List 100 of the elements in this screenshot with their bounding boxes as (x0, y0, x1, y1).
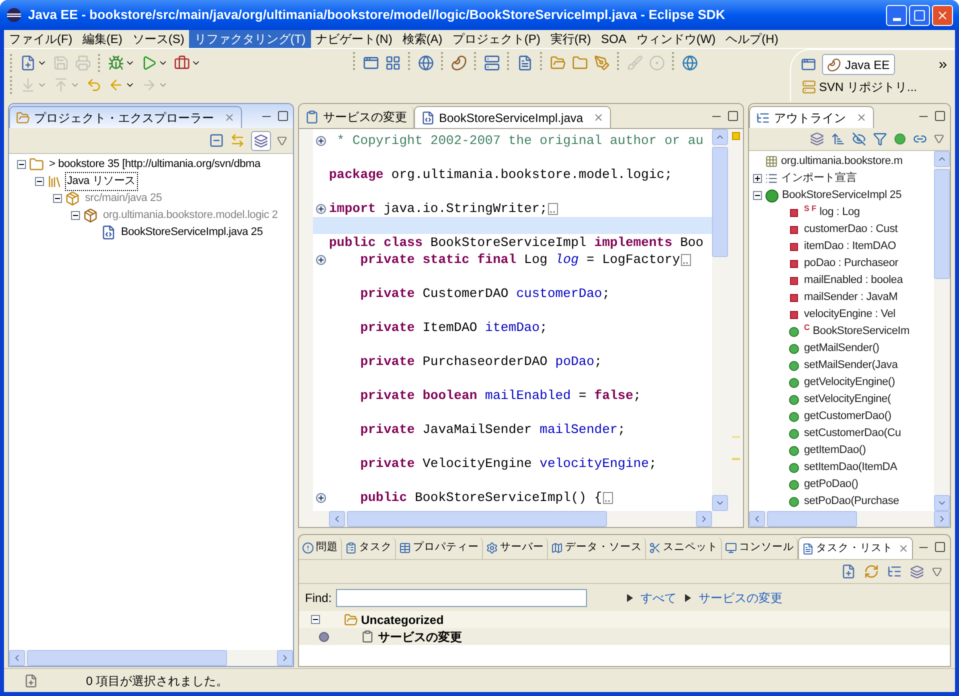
close-icon[interactable] (856, 112, 867, 123)
outline-item-label[interactable]: setVelocityEngine( (804, 391, 891, 408)
outline-item-label[interactable]: poDao : Purchaseor (804, 255, 898, 272)
outline-item-label[interactable]: getVelocityEngine() (804, 374, 895, 391)
toolbar-grip[interactable] (441, 52, 444, 70)
toolbar-grip[interactable] (10, 76, 13, 94)
view-tab[interactable]: データ・ソース (548, 537, 646, 559)
close-icon[interactable] (593, 112, 604, 123)
outline-item-label[interactable]: BookStoreServiceIm (812, 323, 910, 340)
outline-item-label[interactable]: velocityEngine : Vel (804, 306, 896, 323)
menu-item[interactable]: ソース(S) (127, 30, 190, 48)
collapse-toggle[interactable] (35, 177, 44, 186)
outline-item-label[interactable]: getPoDao() (804, 476, 858, 493)
folded-code-icon[interactable] (548, 202, 558, 214)
close-icon[interactable] (898, 543, 909, 554)
list-tree-icon[interactable] (887, 564, 902, 579)
folded-code-icon[interactable] (681, 254, 692, 266)
breadcrumb-link[interactable]: サービスの変更 (698, 588, 783, 606)
vertical-scrollbar[interactable] (712, 129, 728, 511)
expand-fold-icon[interactable] (316, 254, 326, 264)
outline-item-label[interactable]: getItemDao() (804, 442, 866, 459)
tree-item-label[interactable]: Java リソース (65, 172, 138, 191)
outline-item-label[interactable]: getCustomerDao() (804, 408, 892, 425)
view-tab[interactable]: スニペット (646, 537, 722, 559)
tree-item-label[interactable]: > bookstore 35 [http://ultimania.org/svn/dbma (47, 155, 262, 174)
minimize-button[interactable] (886, 4, 907, 26)
category-label[interactable]: Uncategorized (361, 610, 444, 628)
toolbar-grip[interactable] (617, 52, 620, 70)
view-tab[interactable]: アウトライン (749, 106, 874, 128)
collapse-toggle[interactable] (753, 191, 762, 200)
menu-item[interactable]: ヘルプ(H) (720, 30, 784, 48)
toolbar-grip[interactable] (540, 52, 543, 70)
view-tab[interactable]: BookStoreServiceImpl.java (414, 106, 612, 128)
menu-item[interactable]: SOA (596, 30, 632, 48)
collapse-toggle[interactable] (71, 211, 80, 220)
expand-toggle[interactable] (753, 174, 762, 183)
outline-item-label[interactable]: customerDao : Cust (804, 221, 898, 238)
view-menu-icon[interactable] (934, 134, 944, 144)
horizontal-scrollbar[interactable] (9, 650, 293, 666)
outline-item-label[interactable]: BookStoreServiceImpl 25 (782, 187, 902, 204)
horizontal-scrollbar[interactable] (329, 511, 712, 527)
find-field[interactable] (336, 588, 587, 606)
outline-item-label[interactable]: setPoDao(Purchase (804, 493, 900, 510)
close-icon[interactable] (224, 112, 235, 123)
outline-item-label[interactable]: mailEnabled : boolea (804, 272, 903, 289)
maximize-button[interactable] (909, 4, 930, 26)
perspective-button[interactable]: Java EE (822, 54, 895, 75)
outline-item-label[interactable]: itemDao : ItemDAO (804, 238, 896, 255)
toolbar-grip[interactable] (353, 52, 356, 70)
expand-fold-icon[interactable] (316, 204, 326, 214)
new-task-icon[interactable] (841, 564, 856, 579)
maximize-icon[interactable] (934, 110, 946, 122)
toolbar-grip[interactable] (507, 52, 510, 70)
view-tab[interactable]: タスク (342, 537, 396, 559)
maximize-icon[interactable] (727, 110, 739, 122)
view-tab[interactable]: 問題 (299, 537, 342, 559)
dot-icon[interactable] (894, 133, 906, 145)
collapse-toggle[interactable] (311, 615, 320, 624)
menu-item[interactable]: 検索(A) (397, 30, 448, 48)
view-tab[interactable]: タスク・リスト (798, 537, 913, 559)
menu-item[interactable]: リファクタリング(T) (189, 30, 311, 48)
outline-item-label[interactable]: org.ultimania.bookstore.m (781, 153, 903, 170)
outline-item-label[interactable]: setMailSender(Java (804, 357, 898, 374)
toolbar-grip[interactable] (672, 52, 675, 70)
menu-item[interactable]: 実行(R) (545, 30, 596, 48)
folded-code-icon[interactable] (603, 492, 614, 504)
outline-item-label[interactable]: setItemDao(ItemDA (804, 459, 898, 476)
outline-item-label[interactable]: getMailSender() (804, 340, 880, 357)
outline-item-label[interactable]: setCustomerDao(Cu (804, 425, 901, 442)
menu-item[interactable]: ファイル(F) (4, 30, 78, 48)
outline-item-label[interactable]: インポート宣言 (781, 170, 857, 187)
menu-item[interactable]: ナビゲート(N) (310, 30, 398, 48)
view-tab[interactable]: プロジェクト・エクスプローラー (9, 106, 242, 128)
filter-button[interactable] (251, 130, 271, 150)
sync-icon[interactable] (864, 564, 879, 579)
expand-fold-icon[interactable] (316, 492, 326, 502)
maximize-icon[interactable] (934, 541, 946, 553)
task-label[interactable]: サービスの変更 (378, 628, 462, 646)
maximize-icon[interactable] (277, 110, 289, 122)
menu-item[interactable]: ウィンドウ(W) (631, 30, 721, 48)
perspective-button[interactable]: SVN リポジトリ... (799, 77, 920, 96)
toolbar-grip[interactable] (10, 54, 13, 72)
collapse-toggle[interactable] (53, 194, 62, 203)
collapse-toggle[interactable] (17, 160, 26, 169)
vertical-scrollbar[interactable] (934, 151, 950, 511)
collapse-all-icon[interactable] (209, 133, 224, 148)
menu-item[interactable]: プロジェクト(P) (447, 30, 546, 48)
tree-item-label[interactable]: BookStoreServiceImpl.java 25 (119, 223, 265, 242)
tree-item-label[interactable]: src/main/java 25 (83, 189, 164, 208)
toolbar-grip[interactable] (98, 54, 101, 72)
toolbar-grip[interactable] (474, 52, 477, 70)
outline-item-label[interactable]: log : Log (819, 204, 860, 221)
tree-item-label[interactable]: org.ultimania.bookstore.model.logic 2 (101, 206, 280, 225)
filter-icon[interactable] (873, 132, 887, 146)
sort-icon[interactable] (831, 132, 845, 146)
view-tab[interactable]: サーバー (483, 537, 548, 559)
view-menu-icon[interactable] (932, 566, 942, 576)
outline-item-label[interactable]: mailSender : JavaM (804, 289, 898, 306)
close-button[interactable] (932, 4, 953, 26)
view-menu-icon[interactable] (277, 136, 287, 146)
